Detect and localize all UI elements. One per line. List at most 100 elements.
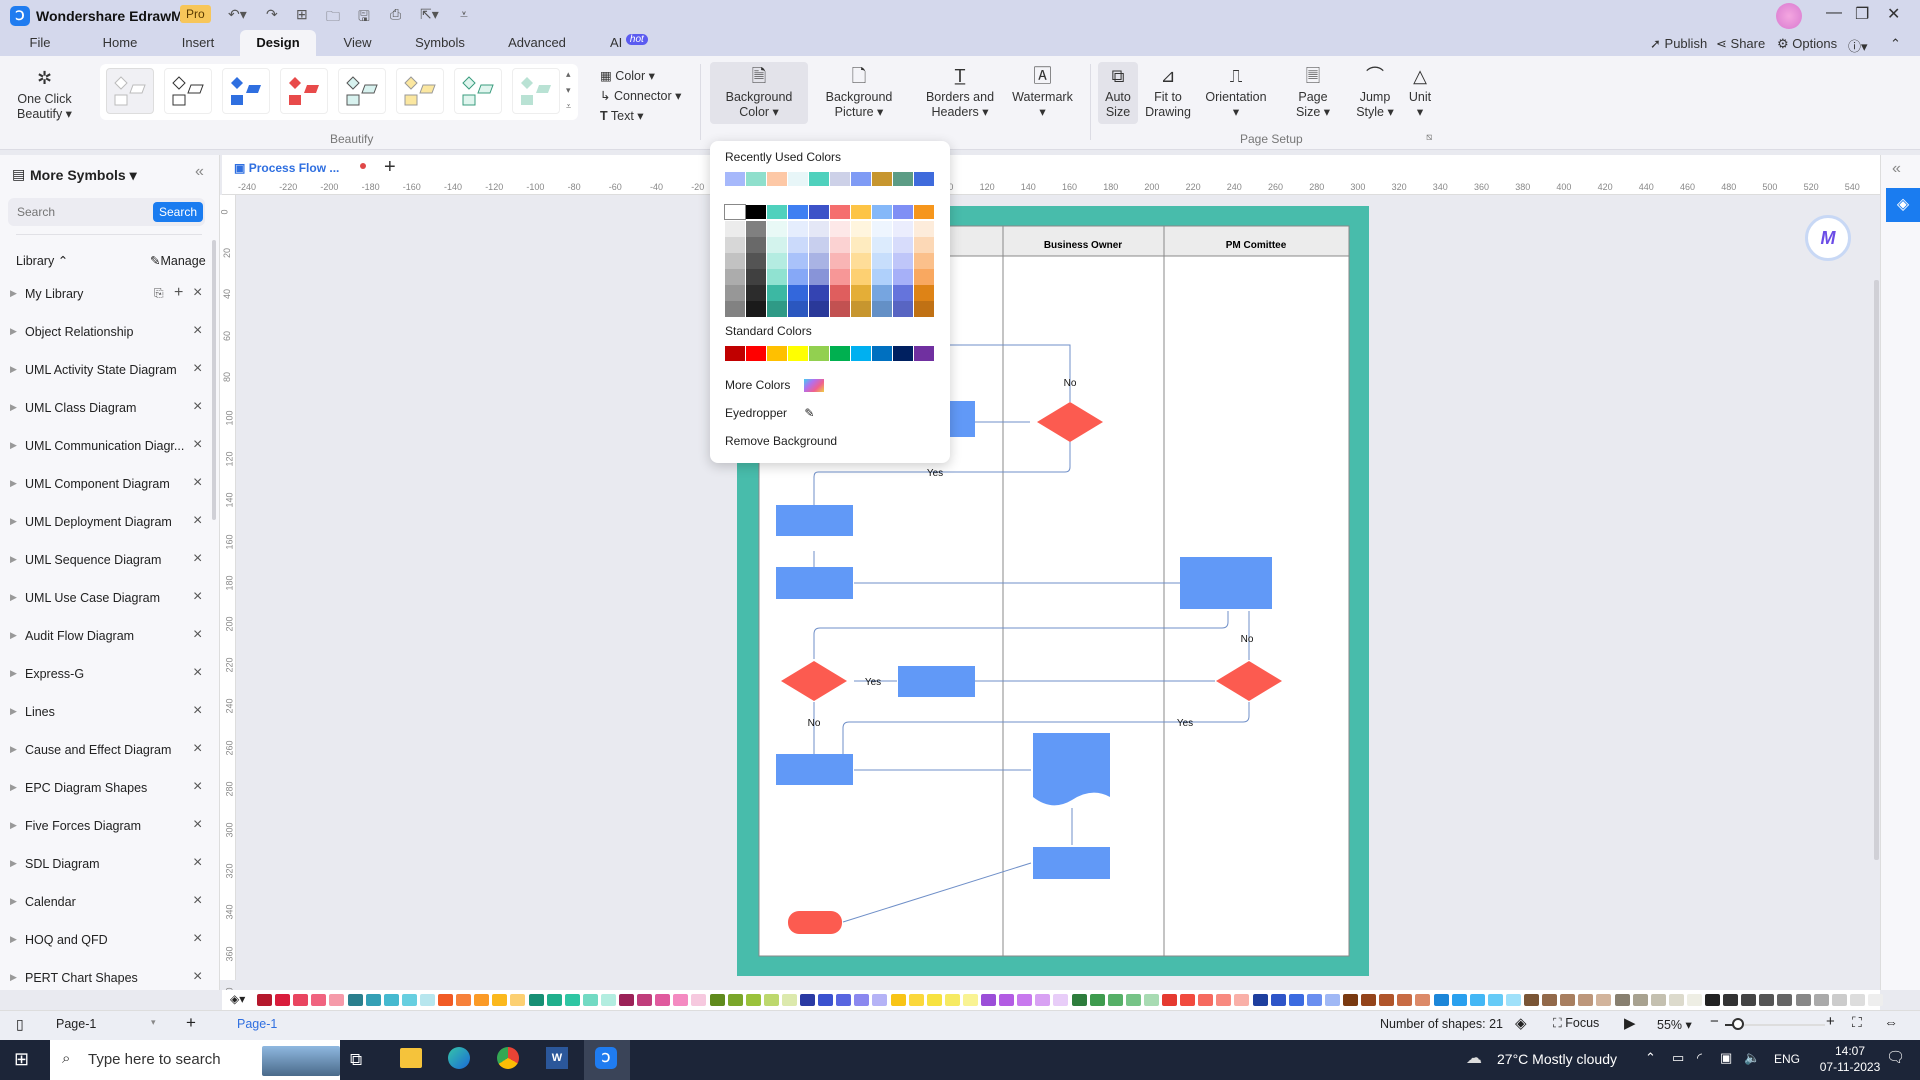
theme-shade-swatch[interactable] [830, 269, 850, 285]
edge-browser-icon[interactable] [448, 1047, 470, 1069]
standard-color-swatch[interactable] [788, 346, 808, 361]
volume-icon[interactable]: 🔈 [1744, 1050, 1760, 1066]
fullscreen-icon[interactable]: ⛶ [1852, 1014, 1862, 1031]
recent-color-swatch[interactable] [746, 172, 766, 186]
zoom-out-button[interactable]: − [1710, 1013, 1719, 1030]
theme-shade-swatch[interactable] [872, 285, 892, 301]
theme-shade-swatch[interactable] [725, 269, 745, 285]
theme-color-swatch[interactable] [724, 204, 746, 220]
theme-shade-swatch[interactable] [809, 253, 829, 269]
page-tab-1[interactable]: Page-1 [237, 1017, 277, 1031]
remove-background-button[interactable]: Remove Background [725, 434, 837, 448]
theme-color-swatch[interactable] [809, 205, 829, 219]
focus-button[interactable]: ⛶ Focus [1553, 1016, 1599, 1031]
taskbar-search[interactable]: ⌕ Type here to search [50, 1040, 340, 1080]
theme-shade-swatch[interactable] [872, 269, 892, 285]
theme-shade-swatch[interactable] [830, 285, 850, 301]
task-view-icon[interactable]: ⧉ [350, 1050, 362, 1070]
theme-shade-swatch[interactable] [767, 237, 787, 253]
file-explorer-icon[interactable] [400, 1048, 422, 1068]
process-rect[interactable] [776, 567, 853, 599]
weather-text[interactable]: 27°C Mostly cloudy [1497, 1051, 1617, 1067]
theme-color-swatch[interactable] [893, 205, 913, 219]
display-icon[interactable]: ▣ [1720, 1050, 1732, 1066]
edrawmax-taskbar-icon[interactable]: Ↄ [595, 1047, 617, 1069]
standard-color-swatch[interactable] [893, 346, 913, 361]
process-rect[interactable] [1180, 557, 1272, 609]
word-icon[interactable]: W [546, 1047, 568, 1069]
chrome-browser-icon[interactable] [497, 1047, 519, 1069]
theme-shade-swatch[interactable] [725, 253, 745, 269]
zoom-level-dropdown[interactable]: 55% ▾ [1657, 1017, 1692, 1032]
theme-shade-swatch[interactable] [767, 301, 787, 317]
theme-shade-swatch[interactable] [809, 285, 829, 301]
theme-shade-swatch[interactable] [746, 301, 766, 317]
language-indicator[interactable]: ENG [1774, 1052, 1800, 1066]
eyedropper-button[interactable]: Eyedropper ✎ [725, 406, 814, 420]
theme-shade-swatch[interactable] [788, 253, 808, 269]
add-page-button[interactable]: + [186, 1013, 196, 1033]
fit-width-icon[interactable]: ⇔ [1884, 1014, 1898, 1030]
theme-shade-swatch[interactable] [830, 237, 850, 253]
theme-shade-swatch[interactable] [788, 221, 808, 237]
theme-color-swatch[interactable] [872, 205, 892, 219]
theme-shade-swatch[interactable] [893, 237, 913, 253]
theme-shade-swatch[interactable] [746, 253, 766, 269]
standard-color-swatch[interactable] [830, 346, 850, 361]
theme-color-swatch[interactable] [851, 205, 871, 219]
theme-shade-swatch[interactable] [893, 301, 913, 317]
theme-shade-swatch[interactable] [914, 301, 934, 317]
theme-shade-swatch[interactable] [851, 253, 871, 269]
theme-shade-swatch[interactable] [893, 269, 913, 285]
recent-color-swatch[interactable] [851, 172, 871, 186]
theme-shade-swatch[interactable] [830, 221, 850, 237]
standard-color-swatch[interactable] [767, 346, 787, 361]
page-select-dropdown[interactable]: Page-1 ▾ [56, 1017, 161, 1031]
theme-color-swatch[interactable] [830, 205, 850, 219]
theme-shade-swatch[interactable] [893, 285, 913, 301]
theme-shade-swatch[interactable] [809, 269, 829, 285]
wifi-icon[interactable]: ◜ [1697, 1050, 1702, 1066]
theme-shade-swatch[interactable] [809, 301, 829, 317]
theme-shade-swatch[interactable] [851, 301, 871, 317]
theme-shade-swatch[interactable] [914, 221, 934, 237]
recent-color-swatch[interactable] [893, 172, 913, 186]
recent-color-swatch[interactable] [872, 172, 892, 186]
zoom-in-button[interactable]: + [1826, 1013, 1835, 1030]
theme-shade-swatch[interactable] [725, 237, 745, 253]
theme-shade-swatch[interactable] [767, 285, 787, 301]
theme-shade-swatch[interactable] [809, 221, 829, 237]
theme-shade-swatch[interactable] [767, 221, 787, 237]
page-panel-toggle-icon[interactable]: ▯ [16, 1016, 24, 1033]
standard-color-swatch[interactable] [725, 346, 745, 361]
theme-shade-swatch[interactable] [914, 237, 934, 253]
theme-shade-swatch[interactable] [851, 221, 871, 237]
theme-shade-swatch[interactable] [893, 253, 913, 269]
theme-color-swatch[interactable] [914, 205, 934, 219]
theme-color-swatch[interactable] [767, 205, 787, 219]
clock[interactable]: 14:07 07-11-2023 [1818, 1043, 1882, 1075]
process-rect[interactable] [776, 754, 853, 785]
theme-shade-swatch[interactable] [809, 237, 829, 253]
diagram[interactable]: Business Owner PM Comittee No Yes Yes No… [0, 0, 1920, 1000]
theme-shade-swatch[interactable] [746, 221, 766, 237]
recent-color-swatch[interactable] [914, 172, 934, 186]
theme-shade-swatch[interactable] [872, 253, 892, 269]
theme-shade-swatch[interactable] [767, 269, 787, 285]
recent-color-swatch[interactable] [830, 172, 850, 186]
theme-shade-swatch[interactable] [851, 237, 871, 253]
theme-shade-swatch[interactable] [914, 253, 934, 269]
theme-shade-swatch[interactable] [725, 221, 745, 237]
theme-shade-swatch[interactable] [746, 269, 766, 285]
meet-icon[interactable]: ▭ [1672, 1050, 1684, 1066]
theme-shade-swatch[interactable] [914, 269, 934, 285]
theme-shade-swatch[interactable] [893, 221, 913, 237]
theme-shade-swatch[interactable] [767, 253, 787, 269]
recent-color-swatch[interactable] [725, 172, 745, 186]
standard-color-swatch[interactable] [872, 346, 892, 361]
more-colors-button[interactable]: More Colors [725, 378, 824, 393]
terminator-shape[interactable] [788, 911, 842, 934]
process-rect[interactable] [776, 505, 853, 536]
standard-color-swatch[interactable] [851, 346, 871, 361]
play-icon[interactable]: ▶ [1624, 1014, 1636, 1032]
